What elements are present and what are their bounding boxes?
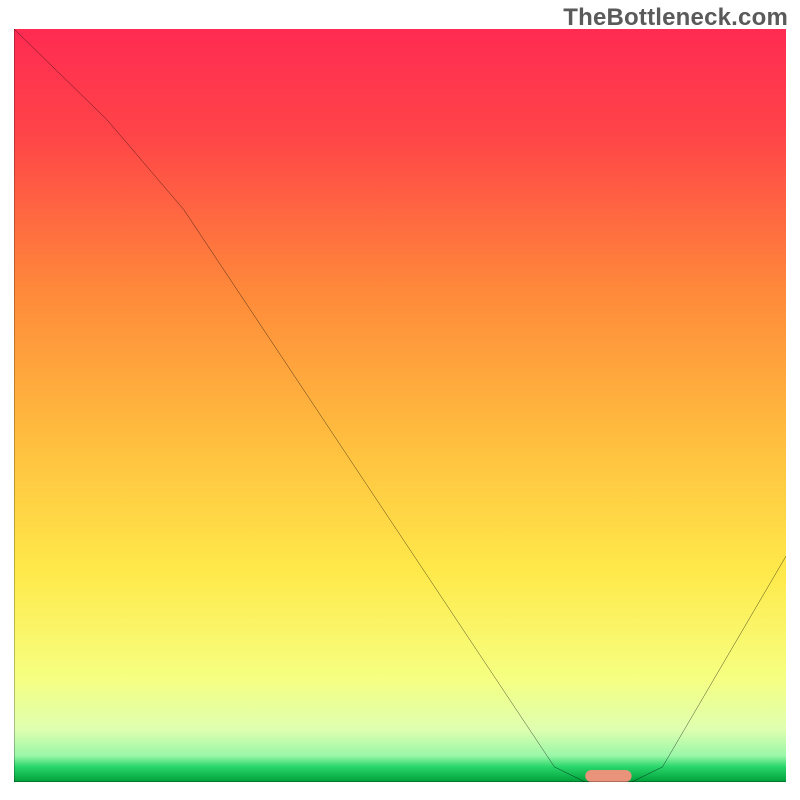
chart-plot-area [14, 29, 786, 782]
watermark-text: TheBottleneck.com [563, 4, 788, 32]
heat-background [14, 29, 786, 782]
optimal-range-marker [585, 770, 631, 782]
bottleneck-chart [14, 29, 786, 782]
